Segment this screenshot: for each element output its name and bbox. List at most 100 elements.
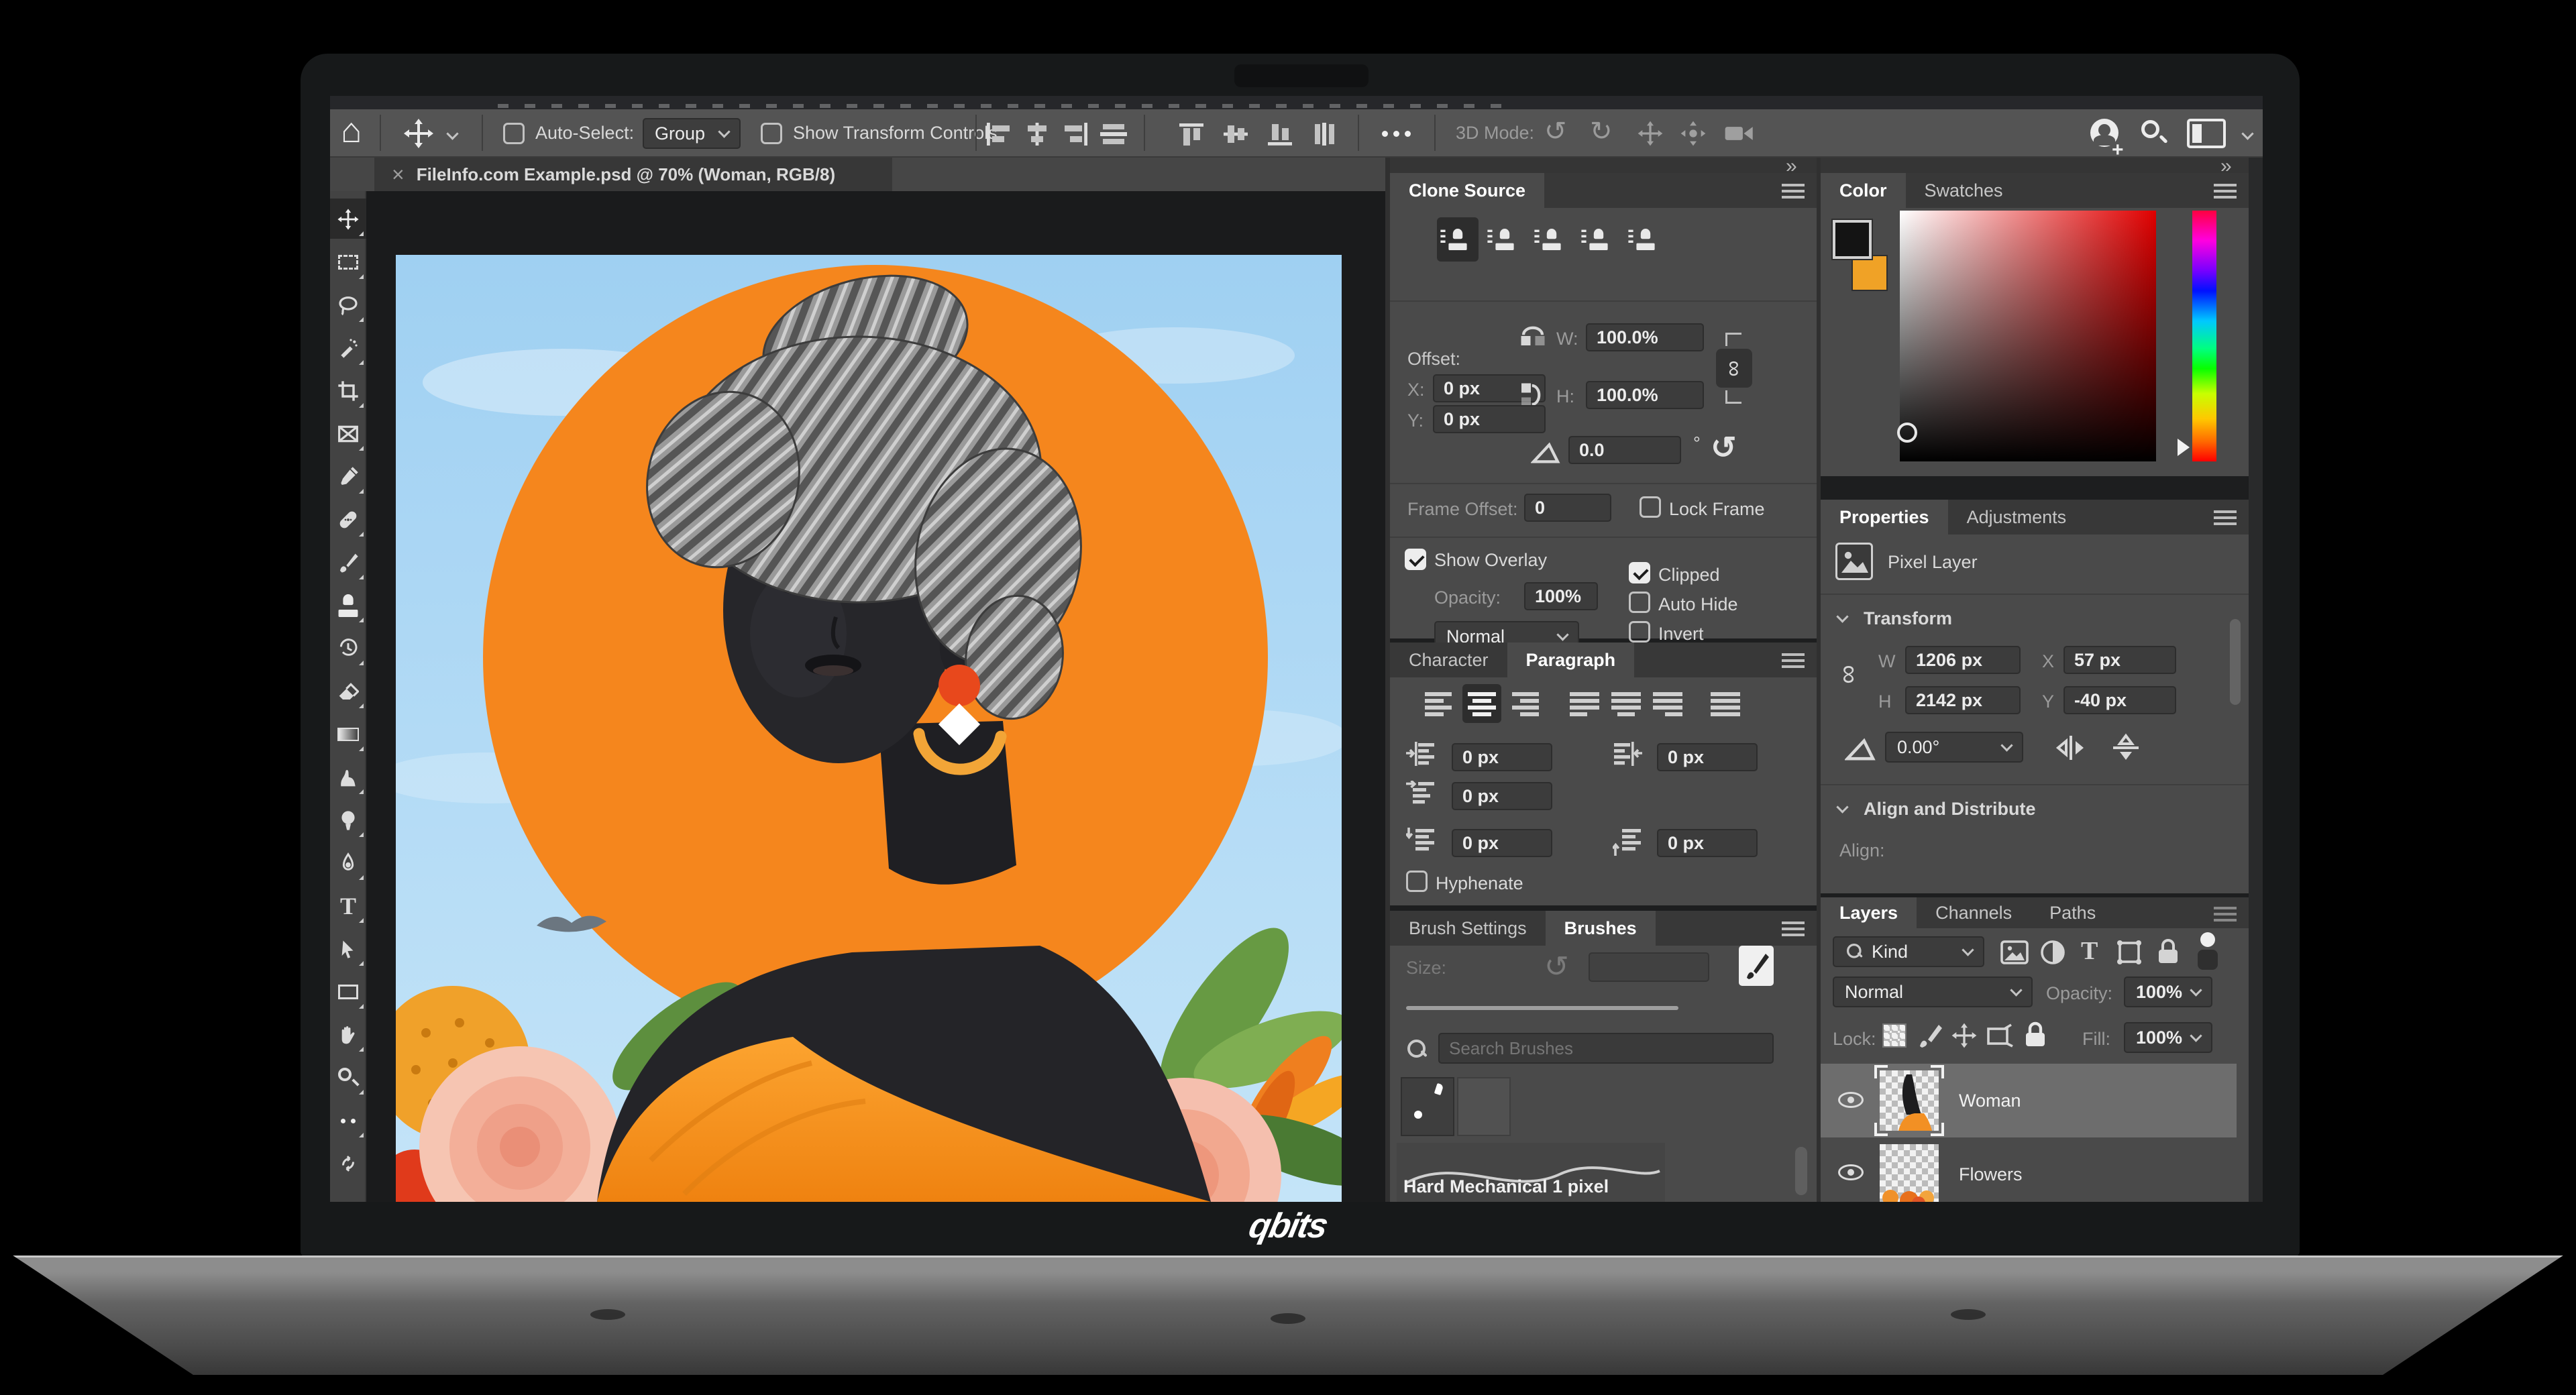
tab-clone-source[interactable]: Clone Source	[1390, 173, 1544, 208]
prop-y-field[interactable]: -40 px	[2063, 686, 2176, 714]
filter-pixel-layers-icon[interactable]	[2000, 940, 2029, 964]
align-top-edges-icon[interactable]	[1177, 121, 1206, 147]
prop-angle-dropdown[interactable]: 0.00°	[1885, 732, 2023, 763]
clone-source-slot-1[interactable]	[1437, 217, 1479, 262]
flip-width-icon[interactable]	[1519, 324, 1547, 348]
filter-smart-objects-icon[interactable]	[2155, 938, 2182, 966]
prop-w-field[interactable]: 1206 px	[1905, 646, 2021, 674]
tool-dodge[interactable]	[330, 801, 366, 840]
layer-opacity-dropdown[interactable]: 100%	[2124, 976, 2212, 1007]
para-align-right-icon[interactable]	[1508, 691, 1539, 718]
auto-hide-checkbox[interactable]	[1629, 592, 1650, 613]
tool-marquee[interactable]	[330, 243, 366, 282]
lock-all-icon[interactable]	[2022, 1021, 2049, 1049]
tab-layers[interactable]: Layers	[1821, 897, 1917, 928]
tool-clone-stamp[interactable]	[330, 586, 366, 625]
indent-left-field[interactable]: 0 px	[1452, 743, 1552, 771]
angle-field[interactable]: 0.0	[1568, 436, 1681, 464]
para-justify-all-icon[interactable]	[1711, 691, 1741, 718]
w-field[interactable]: 100.0%	[1586, 323, 1704, 351]
lock-image-icon[interactable]	[1917, 1022, 1944, 1049]
clone-source-slot-2[interactable]	[1484, 217, 1525, 262]
layer-fill-dropdown[interactable]: 100%	[2124, 1022, 2212, 1053]
frame-offset-field[interactable]: 0	[1524, 494, 1611, 522]
move-tool-icon[interactable]	[402, 117, 435, 150]
indent-right-field[interactable]: 0 px	[1657, 743, 1758, 771]
share-user-icon[interactable]: +	[2088, 117, 2121, 150]
foreground-color-swatch[interactable]	[1833, 220, 1872, 259]
tool-crop[interactable]	[330, 372, 366, 410]
layer-blend-dropdown[interactable]: Normal	[1833, 976, 2033, 1007]
transform-collapse-icon[interactable]	[1836, 610, 1848, 622]
filter-type-layers-icon[interactable]: T	[2081, 936, 2098, 966]
tool-eyedropper[interactable]	[330, 457, 366, 496]
layer-row-woman[interactable]: Woman	[1821, 1064, 2237, 1137]
workspace-chooser-icon[interactable]	[2187, 119, 2226, 148]
tab-paragraph[interactable]: Paragraph	[1507, 643, 1635, 677]
tool-lasso[interactable]	[330, 286, 366, 325]
tool-move[interactable]	[330, 200, 366, 239]
tool-healing-brush[interactable]	[330, 500, 366, 539]
flowers-visibility-icon[interactable]	[1838, 1164, 1864, 1180]
overlay-opacity-field[interactable]: 100%	[1524, 582, 1598, 610]
show-transform-checkbox[interactable]	[761, 123, 782, 144]
brush-search-box[interactable]	[1438, 1033, 1774, 1064]
layer-row-flowers[interactable]: Flowers	[1821, 1140, 2237, 1202]
woman-visibility-icon[interactable]	[1838, 1092, 1864, 1108]
space-before-field[interactable]: 0 px	[1452, 829, 1552, 857]
woman-thumbnail[interactable]	[1880, 1070, 1939, 1131]
auto-select-checkbox[interactable]	[503, 123, 525, 144]
home-icon[interactable]: ⌂	[341, 111, 362, 151]
transform-link-icon[interactable]: ∞	[1834, 665, 1864, 684]
brush-size-slider[interactable]	[1406, 1006, 1678, 1010]
tool-zoom[interactable]	[330, 1058, 366, 1097]
move-tool-chevron-icon[interactable]	[446, 127, 458, 140]
prop-flip-horizontal-icon[interactable]	[2054, 734, 2088, 761]
new-brush-icon[interactable]	[1739, 946, 1774, 986]
tab-color[interactable]: Color	[1821, 173, 1906, 208]
close-tab-icon[interactable]: ×	[392, 162, 405, 187]
para-align-left-icon[interactable]	[1425, 691, 1456, 718]
lock-position-icon[interactable]	[1951, 1022, 1978, 1049]
para-justify-last-center-icon[interactable]	[1611, 691, 1642, 718]
reset-transform-icon[interactable]: ↺	[1711, 429, 1737, 465]
clone-source-slot-5[interactable]	[1625, 217, 1666, 262]
tool-smudge[interactable]	[330, 758, 366, 797]
distribute-horizontal-icon[interactable]	[1099, 121, 1128, 147]
show-overlay-checkbox[interactable]	[1405, 549, 1426, 570]
tool-type[interactable]: T	[330, 887, 366, 926]
tool-frame[interactable]	[330, 414, 366, 453]
brushes-menu-icon[interactable]	[1782, 922, 1805, 924]
align-horizontal-centers-icon[interactable]	[1022, 121, 1052, 147]
tab-channels[interactable]: Channels	[1917, 897, 2031, 928]
tool-swap-colors-icon[interactable]	[330, 1144, 366, 1183]
tool-rectangle[interactable]	[330, 972, 366, 1011]
lock-transparent-icon[interactable]	[1882, 1023, 1907, 1048]
flowers-thumbnail[interactable]	[1880, 1144, 1939, 1202]
search-icon[interactable]	[2141, 120, 2168, 147]
invert-checkbox[interactable]	[1629, 621, 1650, 643]
hyphenate-checkbox[interactable]	[1406, 871, 1428, 892]
more-options-icon[interactable]	[1382, 131, 1411, 137]
properties-menu-icon[interactable]	[2214, 510, 2237, 513]
document-tab[interactable]: × FileInfo.com Example.psd @ 70% (Woman,…	[374, 158, 892, 191]
para-align-center-icon[interactable]	[1466, 691, 1497, 718]
layers-menu-icon[interactable]	[2214, 907, 2237, 909]
tab-paths[interactable]: Paths	[2031, 897, 2114, 928]
workspace-chevron-icon[interactable]	[2241, 127, 2253, 140]
brush-tile-preview[interactable]	[1401, 1077, 1454, 1136]
para-justify-last-left-icon[interactable]	[1570, 691, 1601, 718]
align-vertical-centers-icon[interactable]	[1221, 121, 1250, 147]
brush-tile-1[interactable]	[1457, 1077, 1511, 1136]
y-field[interactable]: 0 px	[1433, 405, 1546, 433]
tool-history-brush[interactable]	[330, 629, 366, 668]
color-picker-ring[interactable]	[1897, 423, 1917, 443]
tab-properties[interactable]: Properties	[1821, 500, 1948, 535]
distribute-vertical-icon[interactable]	[1309, 121, 1339, 147]
clone-source-slot-3[interactable]	[1531, 217, 1572, 262]
indent-first-line-field[interactable]: 0 px	[1452, 782, 1552, 810]
artwork[interactable]	[396, 255, 1342, 1202]
tab-brushes[interactable]: Brushes	[1546, 911, 1656, 946]
clone-source-slot-4[interactable]	[1578, 217, 1619, 262]
tab-character[interactable]: Character	[1390, 643, 1507, 677]
